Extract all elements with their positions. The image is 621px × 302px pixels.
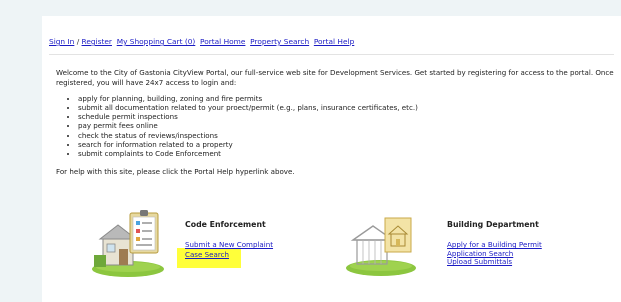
- list-item: apply for planning, building, zoning and…: [78, 94, 616, 103]
- house-blueprint-icon: [346, 217, 416, 276]
- list-item: submit complaints to Code Enforcement: [78, 149, 616, 158]
- list-item: submit all documentation related to your…: [78, 103, 616, 112]
- intro-section: Welcome to the City of Gastonia CityView…: [56, 68, 616, 176]
- help-text: For help with this site, please click th…: [56, 166, 295, 176]
- case-search-link[interactable]: Case Search: [185, 250, 229, 260]
- top-nav: Sign In / Register My Shopping Cart (0) …: [49, 29, 614, 55]
- list-item: check the status of reviews/inspections: [78, 131, 616, 140]
- house-clipboard-icon: [92, 210, 164, 277]
- sign-in-link[interactable]: Sign In: [49, 37, 74, 46]
- submit-complaint-link[interactable]: Submit a New Complaint: [185, 240, 273, 250]
- building-department-title: Building Department: [447, 220, 539, 229]
- list-item: schedule permit inspections: [78, 112, 616, 121]
- register-link[interactable]: Register: [82, 37, 112, 46]
- list-item: pay permit fees online: [78, 121, 616, 130]
- upload-submittals-link[interactable]: Upload Submittals: [447, 257, 512, 267]
- portal-help-link[interactable]: Portal Help: [314, 37, 354, 46]
- feature-list: apply for planning, building, zoning and…: [56, 94, 616, 158]
- shopping-cart-link[interactable]: My Shopping Cart (0): [117, 37, 196, 46]
- code-enforcement-title: Code Enforcement: [185, 220, 266, 229]
- nav-separator: /: [74, 37, 82, 46]
- welcome-text: Welcome to the City of Gastonia CityView…: [56, 68, 614, 87]
- portal-home-link[interactable]: Portal Home: [200, 37, 245, 46]
- list-item: search for information related to a prop…: [78, 140, 616, 149]
- property-search-link[interactable]: Property Search: [250, 37, 309, 46]
